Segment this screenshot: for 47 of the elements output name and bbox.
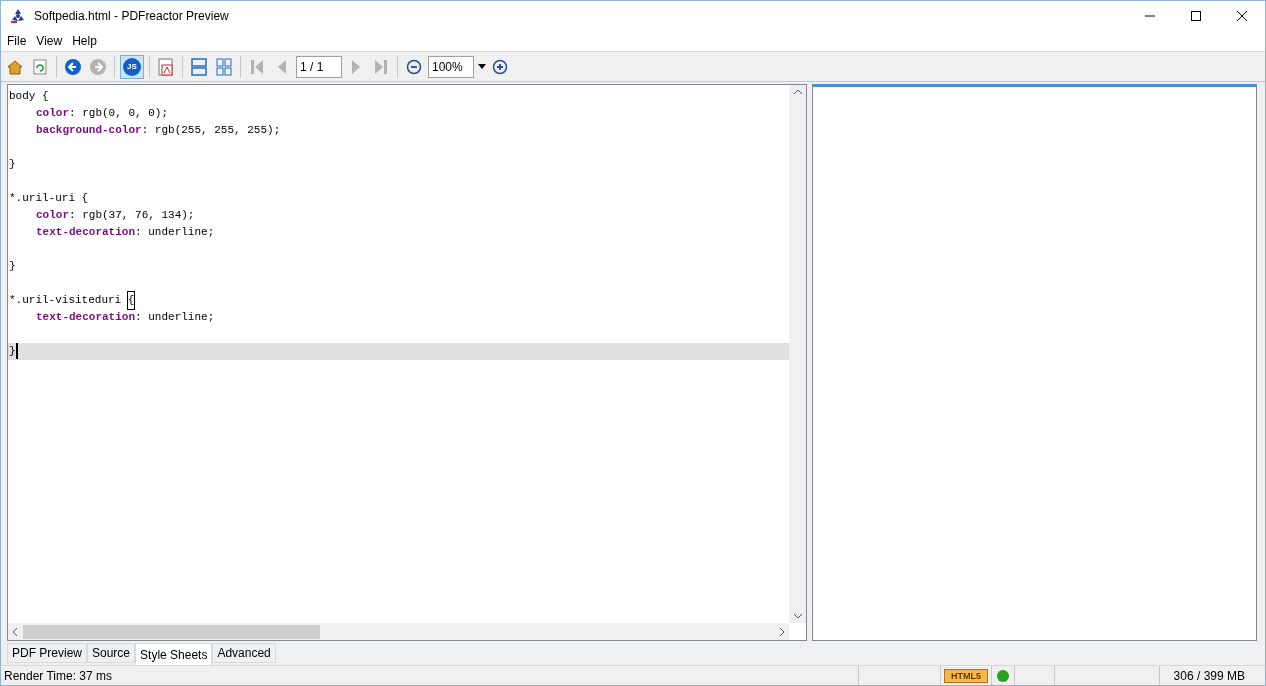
last-page-icon [374,58,388,75]
menu-item[interactable]: View [31,32,68,50]
scroll-right-icon [780,627,785,636]
app-logo-icon [10,8,26,24]
vertical-scrollbar[interactable] [789,85,806,623]
scroll-left-icon [12,627,17,636]
horizontal-scrollbar[interactable] [8,623,789,640]
code-line: background-color: rgb(255, 255, 255); [35,123,282,138]
zoom-out-icon [406,58,422,75]
code-line: *.uril-visiteduri { [8,292,789,309]
maximize-icon [1191,11,1201,21]
window-title: Softpedia.html - PDFreactor Preview [34,8,229,25]
grid-pages-icon [216,57,232,76]
html5-badge: HTML5 [944,668,988,683]
previous-page-icon [277,58,287,75]
code-line: color: rgb(37, 76, 134); [35,208,196,223]
code-editor[interactable]: body { color: rgb(0, 0, 0); background-color: rgb(255, 255, 255); } *.uril-uri { color: rgb(37, 76, 134); text-decoration: underline; } *.uril-visiteduri { text-decoration: underline; } [7,84,807,641]
code-line: } [8,259,17,274]
code-line: text-decoration: underline; [35,225,216,240]
next-page-icon [351,58,361,75]
tab[interactable]: Source [87,643,136,663]
menu-item[interactable]: File [2,32,32,50]
refresh-page-icon [33,58,47,75]
house-icon [7,58,23,75]
tab[interactable]: Style Sheets [135,643,213,665]
scroll-up-icon [793,89,802,94]
code-line: color: rgb(0, 0, 0); [35,106,170,121]
javascript-toggle-button[interactable]: JS [120,54,144,79]
scrollbar-thumb[interactable] [23,624,320,639]
tab[interactable]: PDF Preview [7,643,87,663]
page-number-field[interactable]: 1 / 1 [296,55,342,78]
code-line: *.uril-uri { [8,191,90,206]
render-time-label: Render Time: 37 ms [3,667,114,685]
caret-icon [478,64,486,69]
close-icon [1237,11,1247,21]
code-line: text-decoration: underline; [35,310,216,325]
scroll-down-icon [793,614,802,619]
memory-usage-label: 306 / 399 MB [1173,667,1245,685]
pdf-document-icon [158,57,174,76]
first-page-icon [250,58,264,75]
menu-item[interactable]: Help [67,32,102,50]
single-page-icon [191,57,207,76]
status-indicator-icon [997,669,1009,682]
code-line: } [8,157,17,172]
tab[interactable]: Advanced [212,643,276,663]
zoom-in-icon [492,58,508,75]
code-line: body { [8,89,50,104]
